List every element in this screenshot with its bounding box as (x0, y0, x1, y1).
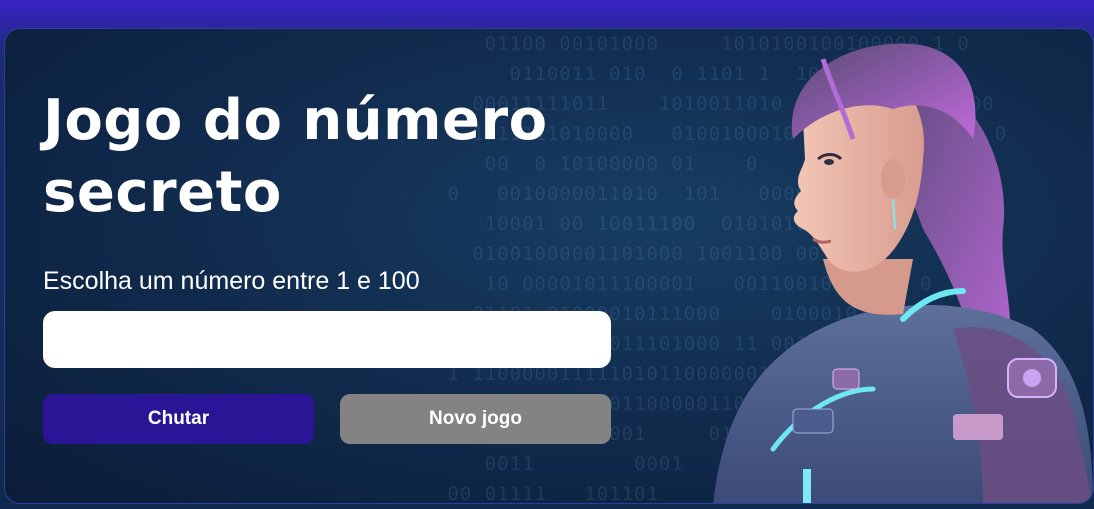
new-game-button: Novo jogo (340, 394, 611, 444)
guess-button[interactable]: Chutar (43, 394, 314, 444)
astronaut-girl-illustration (713, 43, 1093, 503)
page: 01100 00101000 1010100100100000 1 0 0110… (0, 0, 1094, 509)
instruction-label: Escolha um número entre 1 e 100 (43, 267, 420, 295)
game-card: 01100 00101000 1010100100100000 1 0 0110… (4, 28, 1094, 504)
page-title: Jogo do número secreto (43, 88, 548, 225)
guess-input[interactable] (43, 311, 611, 368)
